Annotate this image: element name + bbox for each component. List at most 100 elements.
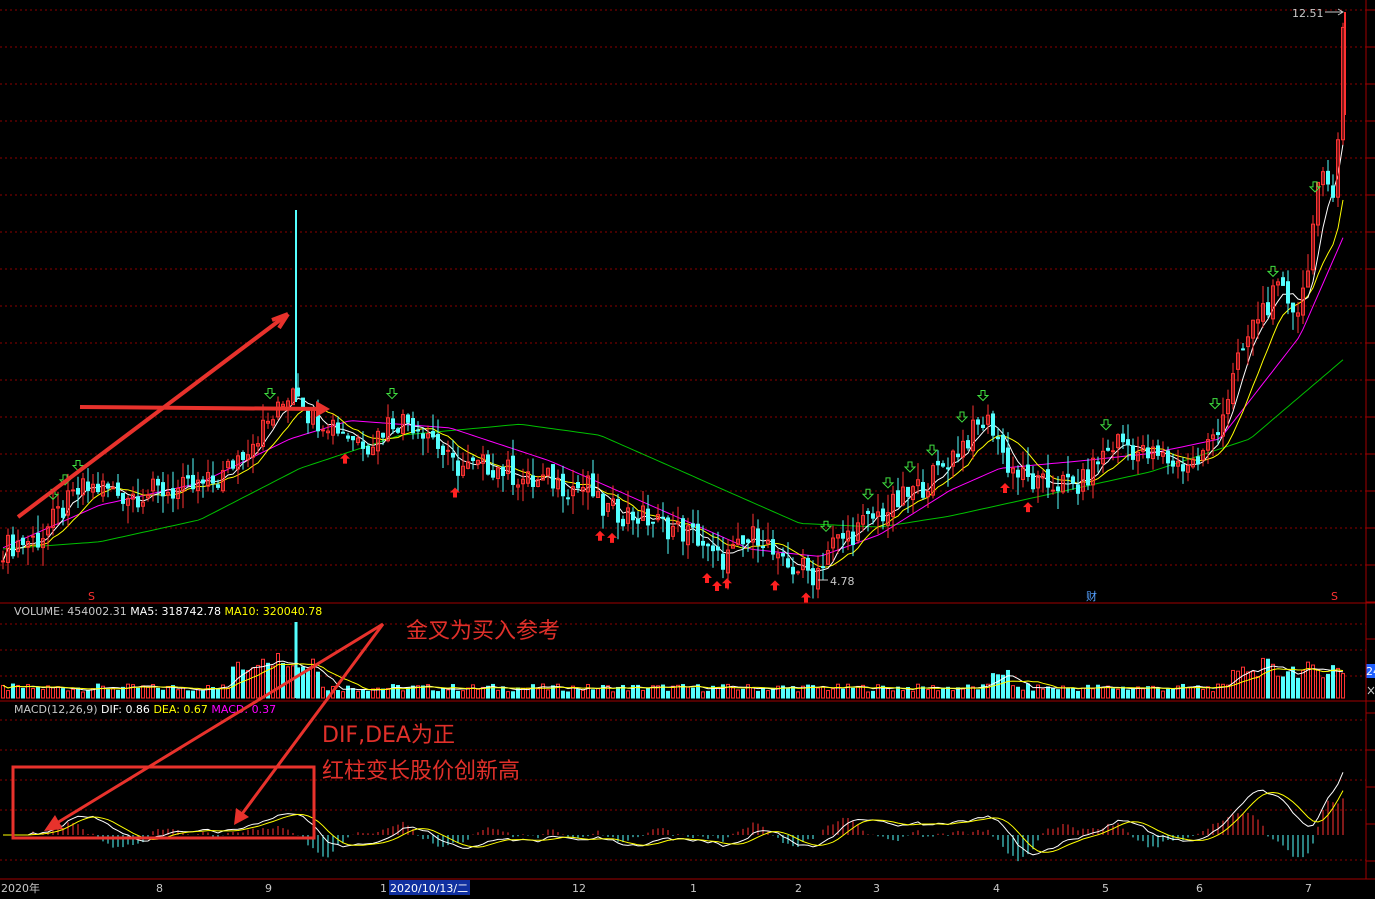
golden-cross-arrow-1-head xyxy=(44,815,63,831)
volume-bar xyxy=(441,687,445,699)
candle-body xyxy=(241,452,245,461)
candle-body xyxy=(746,539,750,543)
ma10-value: 320040.78 xyxy=(263,605,323,618)
candle-body xyxy=(456,460,460,476)
candle-body xyxy=(61,507,65,518)
candle-body xyxy=(1181,464,1185,472)
volume-bar xyxy=(751,687,755,699)
candle-body xyxy=(806,557,810,571)
candle-body xyxy=(491,470,495,478)
close-x-icon[interactable] xyxy=(1367,686,1375,695)
volume-bar xyxy=(1081,687,1085,699)
candle-body xyxy=(406,414,410,423)
volume-bar xyxy=(646,687,650,699)
volume-bar xyxy=(16,684,20,699)
volume-bar xyxy=(816,687,820,699)
volume-bar xyxy=(951,690,955,699)
volume-bar xyxy=(186,690,190,699)
volume-bar xyxy=(1311,664,1315,699)
volume-bar xyxy=(1026,683,1030,699)
candle-body xyxy=(1051,489,1055,492)
volume-bar xyxy=(1046,686,1050,699)
volume-bar xyxy=(406,687,410,699)
candle-body xyxy=(936,460,940,466)
candle-body xyxy=(1006,447,1010,473)
volume-bar xyxy=(1,684,5,699)
volume-bar xyxy=(731,687,735,699)
candle-body xyxy=(1331,185,1335,198)
volume-bar xyxy=(96,683,100,699)
volume-bar xyxy=(356,690,360,699)
candle-body xyxy=(1121,433,1125,443)
volume-bar xyxy=(496,689,500,699)
volume-bar xyxy=(596,688,600,699)
volume-bar xyxy=(1286,671,1290,699)
candle-body xyxy=(1171,460,1175,467)
volume-bar xyxy=(1116,688,1120,699)
volume-bar xyxy=(321,686,325,699)
volume-bar xyxy=(1166,688,1170,699)
candle-body xyxy=(976,419,980,425)
volume-bar xyxy=(926,689,930,699)
volume-ma10 xyxy=(2,663,1344,691)
candle-body xyxy=(991,413,995,436)
candle-body xyxy=(741,535,745,545)
candle-body xyxy=(301,397,305,409)
volume-bar xyxy=(1301,669,1305,699)
volume-bar xyxy=(31,688,35,699)
volume-panel[interactable]: VOLUME: 454002.31 MA5: 318742.78 MA10: 3… xyxy=(0,605,1375,699)
volume-bar xyxy=(1276,675,1280,699)
volume-bar xyxy=(1241,666,1245,699)
volume-bar xyxy=(6,690,10,699)
volume-bar xyxy=(1321,677,1325,699)
volume-bar xyxy=(281,663,285,699)
candle-body xyxy=(306,408,310,424)
volume-bar xyxy=(641,689,645,699)
candle-body xyxy=(821,566,825,569)
volume-bar xyxy=(896,686,900,699)
candle-body xyxy=(691,523,695,528)
candle-body xyxy=(21,537,25,545)
candle-body xyxy=(186,475,190,479)
volume-bar xyxy=(546,689,550,699)
volume-bar xyxy=(226,687,230,699)
candle-body xyxy=(486,454,490,475)
volume-bar xyxy=(836,683,840,699)
candle-body xyxy=(106,483,110,489)
volume-bar xyxy=(66,690,70,699)
volume-bar xyxy=(431,690,435,699)
date-axis: 2020年 8 9 1 2020/10/13/二 12 1 2 3 4 5 6 … xyxy=(1,880,1312,895)
candle-body xyxy=(906,486,910,497)
volume-bar xyxy=(306,670,310,699)
volume-bar xyxy=(1251,670,1255,699)
candle-body xyxy=(116,482,120,496)
date-label-4: 2020/10/13/二 xyxy=(390,882,468,895)
volume-bar xyxy=(1336,667,1340,699)
volume-bar xyxy=(246,670,250,699)
volume-bar xyxy=(1341,673,1345,699)
candle-body xyxy=(161,482,165,497)
marker-cai: 财 xyxy=(1086,589,1097,603)
volume-bar xyxy=(461,690,465,699)
candle-body xyxy=(366,445,370,455)
candle-body xyxy=(756,528,760,546)
volume-bar xyxy=(876,684,880,699)
candle-body xyxy=(436,433,440,449)
date-label-8: 3 xyxy=(873,882,880,895)
candle-body xyxy=(1046,469,1050,488)
candle-body xyxy=(441,445,445,455)
stock-chart[interactable]: 12.51 4.78 S 财 S VOLUME: 454002.31 MA5: … xyxy=(0,0,1375,899)
candle-body xyxy=(76,488,80,495)
volume-bar xyxy=(176,689,180,699)
volume-bar xyxy=(1156,687,1160,699)
volume-bar xyxy=(21,687,25,699)
volume-bar xyxy=(126,683,130,699)
volume-bar xyxy=(771,687,775,699)
volume-bar xyxy=(996,674,1000,699)
candle-body xyxy=(921,482,925,498)
volume-bar xyxy=(961,688,965,699)
volume-bar xyxy=(686,686,690,699)
volume-bar xyxy=(1211,691,1215,699)
candle-body xyxy=(711,545,715,552)
candle-body xyxy=(851,531,855,546)
